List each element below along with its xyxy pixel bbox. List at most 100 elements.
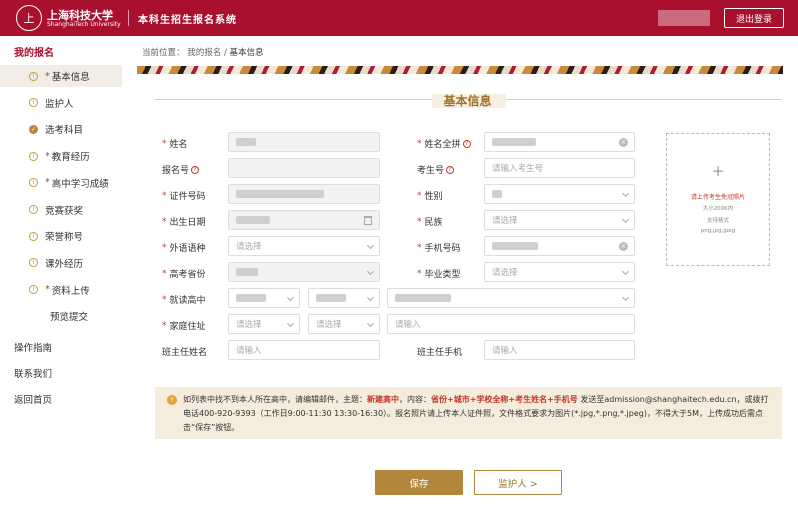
help-icon: ? [446,165,455,174]
sidebar-item-guide[interactable]: 操作指南 [14,340,52,354]
teacher-name-input[interactable]: 请输入 [228,340,380,360]
address-city-select[interactable]: 请选择 [308,314,380,334]
breadcrumb-current: 基本信息 [229,48,264,58]
label-province: * 高考省份 [162,268,206,281]
label-phone: * 手机号码 [417,242,461,255]
chevron-down-icon [366,293,375,302]
check-icon: ✓ [29,124,38,134]
warning-icon: ! [29,231,38,241]
label-teacher: 班主任姓名 [162,348,208,358]
help-icon: ? [191,165,200,174]
birth-date-field[interactable] [228,210,380,230]
sidebar-step-8[interactable]: ! * 资料上传 [0,279,122,301]
notice-box: ! 如列表中找不到本人所在高中，请编辑邮件，主题：新建高中，内容：省份+城市+学… [155,387,782,439]
university-logo-icon: 上 [16,5,42,31]
help-icon: ? [462,139,471,148]
clear-icon: × [619,138,628,147]
gender-select[interactable] [484,184,635,204]
label-language: * 外语语种 [162,242,206,255]
address-input[interactable]: 请输入 [387,314,635,334]
language-select[interactable]: 请选择 [228,236,380,256]
calendar-icon [364,216,372,225]
sidebar-title[interactable]: 我的报名 [14,44,54,59]
required-marker: * [45,150,50,162]
breadcrumb-parent[interactable]: 我的报名 [187,48,221,58]
top-header: 上 上海科技大学 ShanghaiTech University 本科生招生报名… [0,0,798,36]
section-title: 基本信息 [443,94,492,108]
info-icon: ! [167,395,177,405]
label-school: * 就读高中 [162,294,206,307]
sidebar-step-3[interactable]: ! * 教育经历 [0,145,122,167]
photo-upload[interactable]: + 请上传考生免冠照片 大小200K内 支持格式 png,jpg,jpeg [666,133,770,266]
id-no-field[interactable] [228,184,380,204]
breadcrumb: 当前位置： 我的报名 / 基本信息 [142,46,264,58]
warning-icon: ! [29,205,38,214]
sidebar-step-0[interactable]: ! * 基本信息 [0,65,122,87]
exam-no-input[interactable]: 请输入考生号 [484,158,635,178]
chevron-down-icon [366,319,375,328]
pinyin-field[interactable]: × [484,132,635,152]
label-exam-no: 考生号? [417,163,455,176]
label-gender: * 性别 [417,190,443,203]
sidebar-step-9[interactable]: 预览提交 [0,305,122,327]
photo-format-list: png,jpg,jpeg [700,228,736,234]
sidebar-step-7[interactable]: ! 课外经历 [0,252,122,274]
sidebar-step-6[interactable]: ! 荣誉称号 [0,225,122,247]
sidebar-step-label: 选考科目 [45,125,84,137]
warning-icon: ! [29,178,38,188]
warning-icon: ! [29,258,38,268]
sidebar-item-home[interactable]: 返回首页 [14,392,52,406]
label-ethnic: * 民族 [417,216,443,229]
label-id-no: * 证件号码 [162,190,206,203]
breadcrumb-sep: / [223,48,227,58]
save-button[interactable]: 保存 [375,470,463,495]
chevron-down-icon [621,293,630,302]
chevron-down-icon [286,319,295,328]
required-marker: * [45,177,50,189]
header-divider [128,10,129,26]
sidebar-step-2[interactable]: ✓ 选考科目 [0,118,122,140]
sidebar-step-label: 课外经历 [45,258,84,270]
chevron-down-icon [366,241,375,250]
sidebar-step-label: 基本信息 [51,72,90,83]
sidebar-step-label: 资料上传 [51,285,90,297]
chevron-down-icon [366,267,375,276]
name-field[interactable] [228,132,380,152]
logout-button[interactable]: 退出登录 [724,8,784,28]
phone-field[interactable]: × [484,236,635,256]
photo-size-hint: 大小200K内 [702,206,734,212]
warning-icon: ! [29,285,38,295]
system-title: 本科生招生报名系统 [138,15,237,26]
label-address: * 家庭住址 [162,320,206,333]
sidebar-item-contact[interactable]: 联系我们 [14,366,52,380]
school-name-select[interactable] [387,288,635,308]
label-reg-no: 报名号? [162,163,200,176]
label-teacher-phone: 班主任手机 [417,348,463,358]
sidebar-step-label: 高中学习成绩 [51,178,109,190]
photo-format-label: 支持格式 [706,218,729,224]
university-name-en: ShanghaiTech University [47,21,121,28]
province-select[interactable] [228,262,380,282]
sidebar-step-5[interactable]: ! 竞赛获奖 [0,199,122,221]
required-marker: * [45,70,50,82]
required-marker: * [45,284,50,296]
chevron-down-icon [621,267,630,276]
school-province-select[interactable] [228,288,300,308]
sidebar-step-label: 竞赛获奖 [45,205,84,217]
grad-type-select[interactable]: 请选择 [484,262,635,282]
reg-no-field[interactable] [228,158,380,178]
address-province-select[interactable]: 请选择 [228,314,300,334]
label-birth: * 出生日期 [162,216,206,229]
chevron-down-icon [286,293,295,302]
chevron-down-icon [621,215,630,224]
sidebar-step-4[interactable]: ! * 高中学习成绩 [0,172,122,194]
next-step-button[interactable]: 监护人 > [474,470,562,495]
sidebar-step-label: 教育经历 [51,152,90,164]
warning-icon: ! [29,151,38,161]
user-name-redacted[interactable] [658,10,710,26]
ethnic-select[interactable]: 请选择 [484,210,635,230]
school-city-select[interactable] [308,288,380,308]
label-pinyin: * 姓名全拼? [417,137,471,150]
teacher-phone-input[interactable]: 请输入 [484,340,635,360]
chevron-down-icon [621,189,630,198]
